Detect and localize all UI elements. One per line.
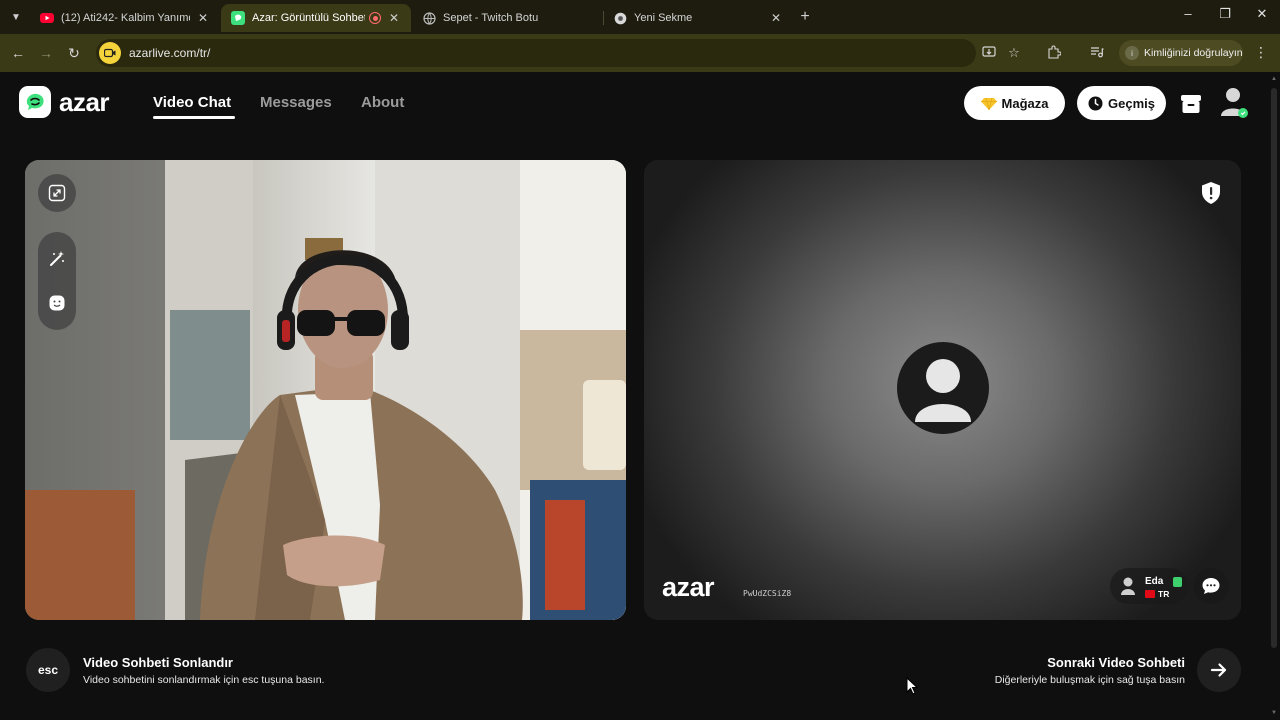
active-nav-underline [153,116,235,119]
scrollbar-thumb[interactable] [1271,88,1277,648]
close-icon[interactable]: ✕ [196,11,210,25]
chat-button[interactable] [1193,568,1229,604]
scroll-down-icon[interactable]: ▼ [1270,710,1278,716]
next-chat-title: Sonraki Video Sohbeti [1047,655,1185,670]
arrow-right-icon [1210,663,1227,677]
logo-text: azar [59,86,110,117]
next-chat-button[interactable] [1197,648,1241,692]
effects-toolbar [38,232,76,330]
scroll-up-icon[interactable]: ▲ [1270,76,1278,82]
magic-wand-button[interactable] [38,240,76,278]
browser-menu-icon[interactable]: ⋮ [1254,44,1268,61]
tab-search-chevron-icon[interactable]: ▼ [6,7,26,27]
close-icon[interactable]: ✕ [387,11,401,25]
peer-country: TR [1158,589,1170,599]
site-info-camera-icon[interactable] [99,42,121,64]
profile-avatar[interactable] [1219,86,1249,120]
history-button[interactable]: Geçmiş [1077,86,1166,120]
tab-title: Yeni Sekme [634,12,693,24]
minimize-view-button[interactable] [38,174,76,212]
reload-icon[interactable]: ↻ [64,43,84,63]
clock-icon [1088,96,1103,111]
shield-alert-icon [1202,182,1220,204]
page-scrollbar[interactable]: ▲ ▼ [1270,76,1278,716]
end-chat-esc-button[interactable]: esc [26,648,70,692]
nav-video-chat[interactable]: Video Chat [153,94,231,111]
tab-title: Azar: Görüntülü Sohbet & V [252,12,365,24]
azar-watermark: azar [662,572,715,602]
restore-icon[interactable]: ❐ [1215,6,1235,22]
peer-name: Eda [1145,576,1164,587]
turkey-flag-icon [1145,590,1155,598]
extensions-icon[interactable] [1046,45,1062,61]
recording-icon [369,12,381,24]
face-filter-button[interactable] [38,284,76,322]
report-button[interactable] [1200,181,1222,205]
browser-toolbar: ← → ↻ azarlive.com/tr/ ☆ i Kimliğinizi d… [0,34,1280,72]
tab-twitch-bot[interactable]: Sepet - Twitch Botu [412,4,602,32]
peer-info-chip[interactable]: Eda TR [1110,568,1188,604]
tab-azar[interactable]: Azar: Görüntülü Sohbet & V ✕ [221,4,411,32]
self-camera-view [25,160,626,620]
end-chat-title: Video Sohbeti Sonlandır [83,655,233,670]
chat-bubble-icon [1202,578,1220,594]
verify-label: Kimliğinizi doğrulayın [1144,47,1243,59]
close-icon[interactable]: ✕ [769,11,783,25]
minimize-icon[interactable]: – [1178,6,1198,21]
gem-icon [980,97,997,110]
tab-new[interactable]: Yeni Sekme ✕ [603,4,793,32]
azar-page: azar Video Chat Messages About Mağaza Ge… [0,72,1280,720]
youtube-icon [40,11,54,25]
verified-badge-icon [1173,577,1182,587]
info-icon: i [1125,46,1139,60]
forward-arrow-icon[interactable]: → [36,43,56,63]
mouse-cursor-icon [906,677,918,695]
url-text: azarlive.com/tr/ [129,46,211,60]
media-controls-icon[interactable] [1089,45,1105,61]
remote-video-view: azar PwUdZCSiZ8 Eda TR [644,160,1241,620]
tab-youtube[interactable]: (12) Ati242- Kalbim Yanımda (O ✕ [30,4,220,32]
smile-icon [49,295,65,311]
verify-identity-button[interactable]: i Kimliğinizi doğrulayın [1119,40,1243,66]
session-id: PwUdZCSiZ8 [743,589,792,598]
window-close-icon[interactable]: ✕ [1252,6,1272,22]
store-label: Mağaza [1001,95,1049,111]
tab-title: Sepet - Twitch Botu [443,12,539,24]
next-chat-description: Diğerleriyle buluşmak için sağ tuşa bası… [994,674,1185,686]
self-camera-feed [25,160,626,620]
history-label: Geçmiş [1108,95,1155,111]
azar-logo-icon [19,86,51,118]
tab-title: (12) Ati242- Kalbim Yanımda (O [61,12,190,24]
peer-avatar-icon [1121,577,1135,595]
azar-favicon [231,11,245,25]
new-tab-plus-icon[interactable]: + [796,8,814,26]
browser-tab-strip: ▼ (12) Ati242- Kalbim Yanımda (O ✕ Azar:… [0,0,1280,34]
azar-logo[interactable]: azar [19,86,110,118]
store-button[interactable]: Mağaza [964,86,1065,120]
back-arrow-icon[interactable]: ← [8,43,28,63]
nav-messages[interactable]: Messages [260,94,332,111]
chrome-icon [613,11,627,25]
collapse-arrows-icon [48,184,66,202]
inbox-archive-icon[interactable] [1177,90,1205,118]
address-bar[interactable]: azarlive.com/tr/ [96,39,976,67]
nav-about[interactable]: About [361,94,404,111]
remote-user-avatar [897,342,989,434]
bookmark-star-icon[interactable]: ☆ [1006,45,1022,61]
magic-wand-icon [50,251,64,266]
globe-icon [422,11,436,25]
esc-key-label: esc [37,663,59,677]
end-chat-description: Video sohbetini sonlandırmak için esc tu… [83,674,325,686]
install-app-icon[interactable] [981,45,997,61]
